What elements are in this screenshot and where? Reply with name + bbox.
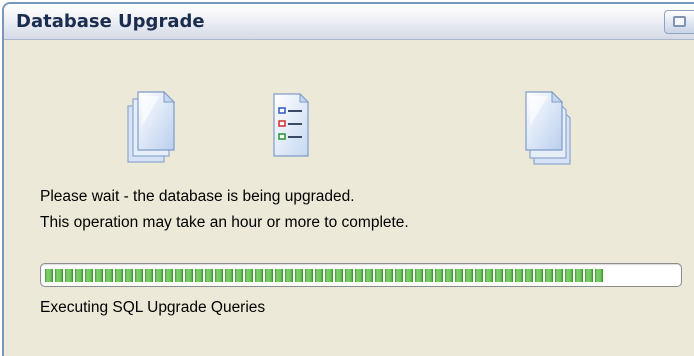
restore-button[interactable] bbox=[664, 10, 694, 34]
query-list-icon bbox=[262, 86, 318, 166]
progress-bar bbox=[40, 263, 682, 287]
message-line-1: Please wait - the database is being upgr… bbox=[40, 188, 355, 205]
message-line-2: This operation may take an hour or more … bbox=[40, 214, 409, 231]
documents-icon bbox=[120, 86, 184, 166]
window-title: Database Upgrade bbox=[16, 11, 205, 32]
documents-icon bbox=[518, 86, 582, 166]
restore-icon bbox=[673, 16, 686, 27]
title-bar[interactable]: Database Upgrade bbox=[4, 4, 694, 40]
progress-fill bbox=[45, 269, 603, 282]
database-upgrade-window: Database Upgrade Please wait - the datab… bbox=[2, 2, 694, 356]
status-text: Executing SQL Upgrade Queries bbox=[40, 299, 266, 316]
